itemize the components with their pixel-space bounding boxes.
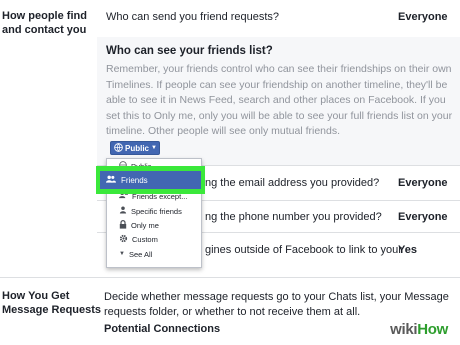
setting-value-search-engines[interactable]: Yes — [398, 244, 417, 256]
setting-value-phone-lookup[interactable]: Everyone — [398, 211, 448, 223]
highlight-box: Friends — [96, 166, 205, 194]
potential-connections-heading: Potential Connections — [104, 323, 221, 335]
menu-item-label: Only me — [131, 220, 159, 230]
watermark-how: How — [417, 321, 448, 338]
lock-icon — [119, 219, 127, 231]
wikihow-watermark: wikiHow — [384, 319, 454, 340]
setting-value-friend-requests[interactable]: Everyone — [398, 11, 448, 23]
friends-icon — [106, 175, 116, 185]
menu-item-label: Custom — [132, 234, 158, 244]
audience-selector-label: Public — [125, 143, 150, 153]
setting-question-friend-requests: Who can send you friend requests? — [106, 11, 280, 23]
menu-item-friends[interactable]: Friends — [100, 171, 201, 189]
menu-item-label: Specific friends — [131, 206, 182, 216]
setting-question-email-lookup: ng the email address you provided? — [205, 177, 380, 189]
globe-icon — [114, 142, 123, 154]
menu-item-custom[interactable]: Custom — [107, 232, 201, 246]
gear-icon — [119, 234, 128, 245]
section-title-find-contact: How people find and contact you — [2, 10, 87, 36]
message-requests-description: Decide whether message requests go to yo… — [104, 291, 449, 318]
section-title-message-requests: How You Get Message Requests — [2, 290, 102, 316]
menu-item-label: See All — [128, 249, 153, 259]
setting-question-phone-lookup: ng the phone number you provided? — [205, 211, 382, 223]
friends-list-setting-title: Who can see your friends list? — [106, 45, 273, 57]
specific-friends-icon — [119, 206, 127, 216]
menu-item-see-all[interactable]: ▼ See All — [107, 247, 201, 261]
chevron-down-icon: ▼ — [119, 251, 125, 257]
setting-value-email-lookup[interactable]: Everyone — [398, 177, 448, 189]
caret-down-icon: ▼ — [151, 145, 157, 151]
menu-item-only-me[interactable]: Only me — [107, 218, 201, 232]
menu-item-label: Friends — [121, 175, 148, 185]
menu-item-specific-friends[interactable]: Specific friends — [107, 204, 201, 218]
audience-selector-button[interactable]: Public ▼ — [110, 141, 160, 155]
setting-question-search-engines: gines outside of Facebook to link to you… — [205, 244, 402, 256]
section-divider — [0, 277, 460, 278]
watermark-wiki: wiki — [390, 321, 418, 338]
friends-list-setting-description: Remember, your friends control who can s… — [106, 63, 453, 137]
